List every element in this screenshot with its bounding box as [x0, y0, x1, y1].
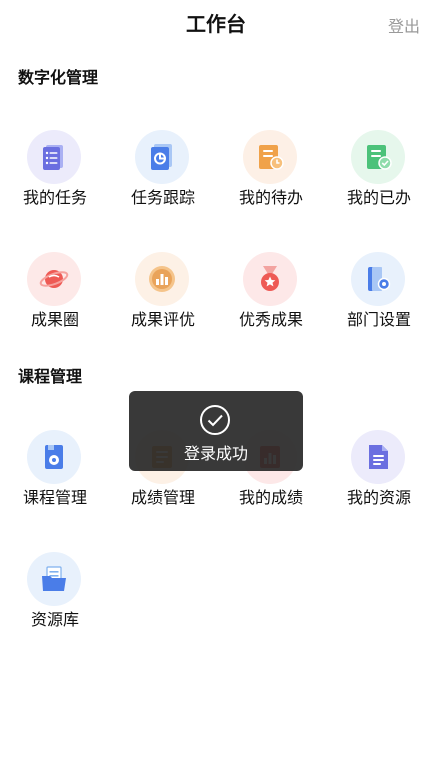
tracking-icon — [135, 130, 189, 184]
tile-task-tracking[interactable]: 任务跟踪 — [110, 130, 210, 210]
folder-icon — [27, 552, 81, 606]
check-circle-icon — [200, 405, 230, 435]
tile-label: 成果圈 — [30, 310, 79, 329]
tile-label: 成绩管理 — [130, 488, 195, 507]
course-icon — [27, 430, 81, 484]
tile-label: 我的成绩 — [238, 488, 303, 507]
tile-label: 课程管理 — [22, 488, 87, 507]
tile-label: 优秀成果 — [238, 310, 303, 329]
tile-achievement-rating[interactable]: 成果评优 — [110, 252, 210, 332]
tile-label: 我的已办 — [346, 188, 411, 207]
tile-label: 资源库 — [30, 610, 79, 629]
tile-label: 成果评优 — [130, 310, 195, 329]
page-title: 工作台 — [186, 12, 246, 36]
tile-my-todo[interactable]: 我的待办 — [218, 130, 318, 210]
tile-achievement-circle[interactable]: 成果圈 — [2, 252, 102, 332]
award-chart-icon — [135, 252, 189, 306]
toast: 登录成功 — [129, 391, 303, 471]
todo-clock-icon — [243, 130, 297, 184]
app-header: 工作台 登出 — [0, 0, 432, 44]
planet-icon — [27, 252, 81, 306]
tile-department-settings[interactable]: 部门设置 — [326, 252, 426, 332]
tile-label: 我的资源 — [346, 488, 411, 507]
done-check-icon — [351, 130, 405, 184]
tile-course-management[interactable]: 课程管理 — [2, 430, 102, 510]
department-settings-icon — [351, 252, 405, 306]
tile-label: 部门设置 — [346, 310, 411, 329]
tile-label: 我的待办 — [238, 188, 303, 207]
tile-label: 我的任务 — [22, 188, 87, 207]
document-icon — [351, 430, 405, 484]
task-list-icon — [27, 130, 81, 184]
tile-excellent-achievements[interactable]: 优秀成果 — [218, 252, 318, 332]
tile-my-tasks[interactable]: 我的任务 — [2, 130, 102, 210]
tile-resource-library[interactable]: 资源库 — [2, 552, 102, 632]
toast-message: 登录成功 — [183, 444, 248, 463]
medal-icon — [243, 252, 297, 306]
tile-my-done[interactable]: 我的已办 — [326, 130, 426, 210]
logout-button[interactable]: 登出 — [388, 13, 420, 37]
tile-my-resources[interactable]: 我的资源 — [326, 430, 426, 510]
tile-label: 任务跟踪 — [130, 188, 195, 207]
section-title-course: 课程管理 — [18, 367, 83, 386]
section-title-digital: 数字化管理 — [18, 68, 99, 87]
